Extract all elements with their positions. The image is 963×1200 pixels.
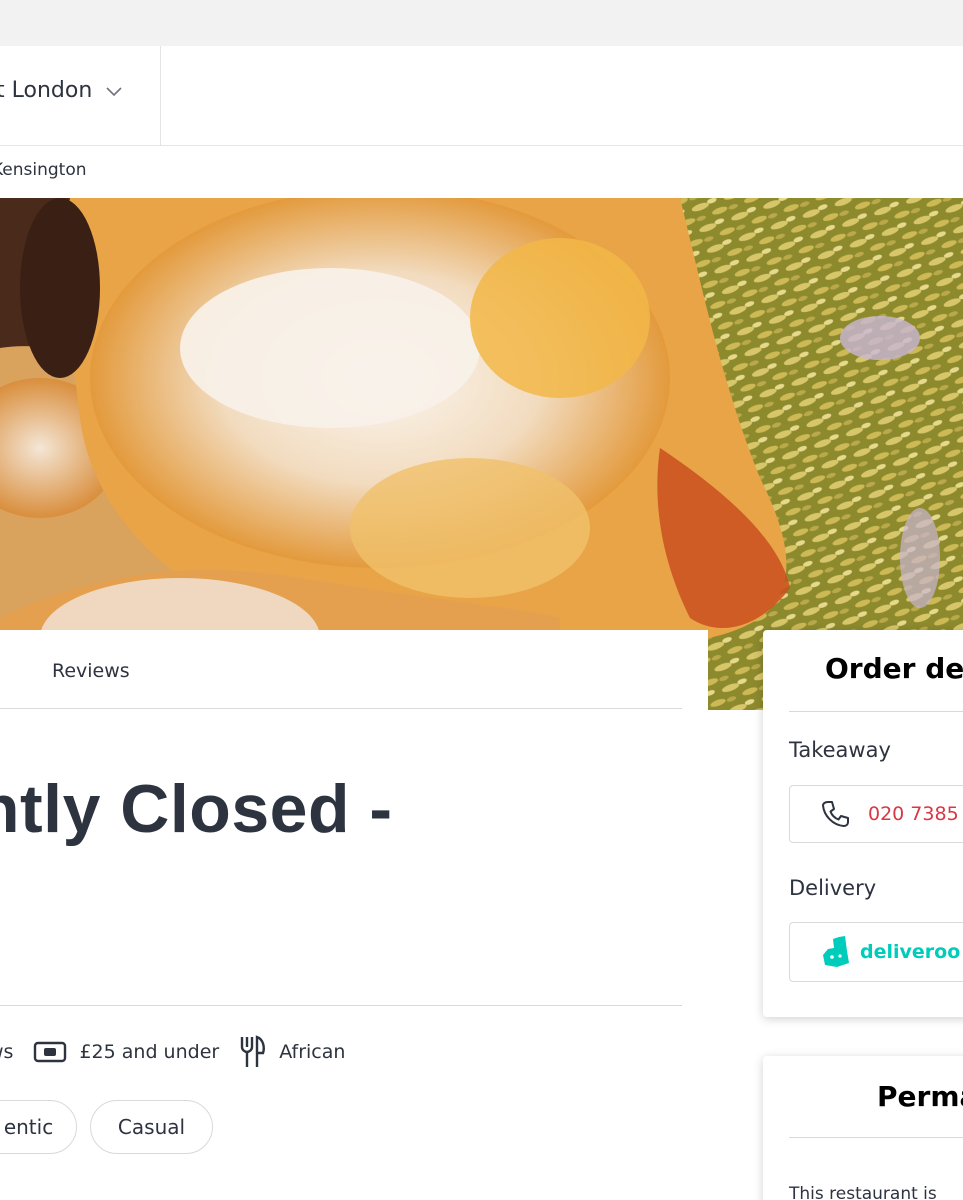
site-header: t London	[0, 46, 963, 146]
phone-button[interactable]: 020 7385	[789, 785, 963, 843]
location-label: t London	[0, 78, 93, 103]
tag-label: entic	[3, 1115, 54, 1139]
price-range: £25 and under	[33, 1040, 219, 1064]
order-card-divider	[789, 711, 963, 712]
tag-authentic[interactable]: entic	[0, 1100, 77, 1154]
browser-top-band	[0, 0, 963, 46]
permanently-closed-card: Perma This restaurant is	[763, 1056, 963, 1200]
cuisine: African	[239, 1035, 345, 1069]
delivery-label: Delivery	[789, 876, 877, 900]
restaurant-title: ntly Closed -	[0, 771, 393, 847]
restaurant-main-panel: Reviews ntly Closed - ws £25 and under A…	[0, 630, 708, 1200]
permanently-closed-divider	[789, 1137, 963, 1138]
deliveroo-logo-icon	[823, 936, 849, 967]
permanently-closed-title: Perma	[877, 1080, 963, 1113]
order-card-title: Order de	[825, 652, 963, 685]
phone-number: 020 7385	[868, 803, 959, 825]
takeaway-label: Takeaway	[789, 738, 891, 762]
location-selector[interactable]: t London	[0, 78, 124, 103]
order-delivery-card: Order de Takeaway 020 7385 Delivery deli…	[763, 630, 963, 1017]
reviews-count[interactable]: ws	[0, 1041, 13, 1063]
chevron-down-icon	[106, 86, 122, 96]
reviews-count-text: ws	[0, 1041, 14, 1063]
header-divider	[160, 46, 161, 146]
deliveroo-button[interactable]: deliveroo	[789, 922, 963, 982]
tag-casual[interactable]: Casual	[90, 1100, 213, 1154]
cuisine-text: African	[279, 1041, 346, 1063]
tab-reviews[interactable]: Reviews	[52, 660, 130, 682]
tag-label: Casual	[117, 1115, 186, 1139]
tabs-divider	[0, 708, 682, 709]
phone-icon	[822, 801, 849, 827]
deliveroo-label: deliveroo	[860, 941, 961, 963]
price-range-text: £25 and under	[79, 1041, 220, 1063]
permanently-closed-text: This restaurant is	[789, 1184, 937, 1200]
money-icon	[34, 1041, 67, 1063]
restaurant-meta: ws £25 and under African	[0, 1035, 365, 1069]
meta-divider	[0, 1005, 682, 1006]
breadcrumb-item-kensington[interactable]: Kensington	[0, 160, 87, 180]
breadcrumb[interactable]: Kensington	[0, 160, 87, 180]
fork-knife-icon	[241, 1035, 266, 1067]
